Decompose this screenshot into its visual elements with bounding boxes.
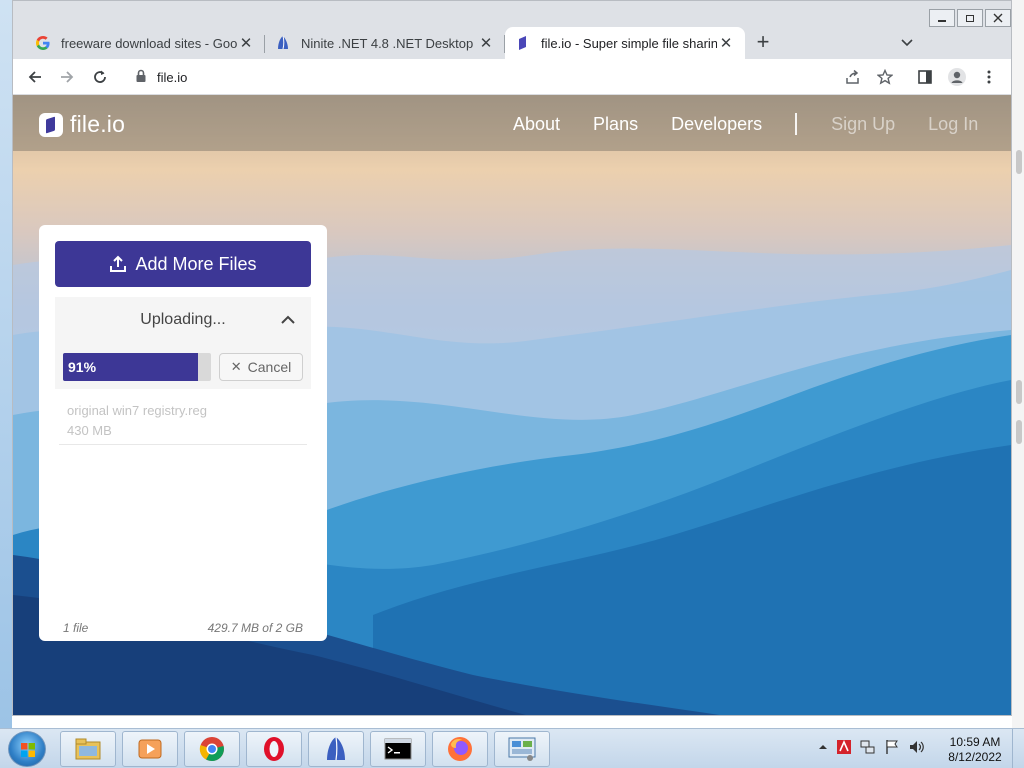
progress-bar: 91% bbox=[63, 353, 211, 381]
desktop-background bbox=[0, 0, 12, 728]
side-panel-button[interactable] bbox=[913, 65, 937, 89]
title-bar: freeware download sites - Google Search … bbox=[13, 1, 1011, 59]
nav-sign-up[interactable]: Sign Up bbox=[831, 114, 895, 135]
clock-date: 8/12/2022 bbox=[948, 750, 1002, 764]
tab-search-button[interactable] bbox=[895, 33, 919, 53]
site-logo[interactable]: file.io bbox=[39, 111, 125, 138]
close-icon: ✕ bbox=[230, 359, 242, 374]
tab-title: file.io - Super simple file sharing bbox=[541, 35, 717, 51]
file-name: original win7 registry.reg bbox=[67, 403, 207, 418]
upload-status-panel: Uploading... 91% ✕ Cancel bbox=[55, 297, 311, 389]
windows-logo-icon bbox=[21, 743, 35, 757]
system-tray bbox=[818, 739, 934, 755]
star-icon bbox=[877, 69, 893, 85]
forward-button[interactable] bbox=[55, 65, 79, 89]
opera-icon[interactable] bbox=[246, 731, 302, 767]
tab-fileio[interactable]: file.io - Super simple file sharing ✕ bbox=[505, 27, 745, 59]
upload-icon bbox=[109, 255, 127, 273]
file-list-item: original win7 registry.reg 430 MB bbox=[59, 401, 307, 445]
browser-toolbar: file.io bbox=[13, 59, 1011, 95]
reload-icon bbox=[94, 70, 106, 83]
share-icon bbox=[846, 69, 859, 84]
nav-log-in[interactable]: Log In bbox=[928, 114, 978, 135]
window-controls bbox=[927, 9, 1011, 29]
chevron-up-icon[interactable] bbox=[279, 311, 297, 329]
upload-footer: 1 file 429.7 MB of 2 GB bbox=[63, 621, 303, 635]
site-nav: About Plans Developers Sign Up Log In bbox=[513, 113, 978, 135]
cancel-button[interactable]: ✕ Cancel bbox=[219, 353, 303, 381]
file-size: 430 MB bbox=[67, 423, 112, 438]
tab-google-search[interactable]: freeware download sites - Google Search … bbox=[25, 27, 265, 59]
show-hidden-icons-button[interactable] bbox=[818, 742, 828, 752]
clock-time: 10:59 AM bbox=[949, 735, 1001, 749]
tab-ninite[interactable]: Ninite .NET 4.8 .NET Desktop Runtime ✕ bbox=[265, 27, 505, 59]
close-tab-icon[interactable]: ✕ bbox=[477, 34, 495, 52]
control-panel-icon[interactable] bbox=[494, 731, 550, 767]
storage-usage: 429.7 MB of 2 GB bbox=[207, 621, 303, 635]
tab-title: Ninite .NET 4.8 .NET Desktop Runtime bbox=[301, 35, 477, 51]
arrow-left-icon bbox=[28, 71, 41, 83]
web-page: file.io About Plans Developers Sign Up L… bbox=[13, 95, 1011, 715]
site-header: file.io About Plans Developers Sign Up L… bbox=[13, 95, 1011, 151]
progress-label: 91% bbox=[68, 359, 97, 375]
show-desktop-button[interactable] bbox=[1012, 729, 1024, 768]
ninite-icon bbox=[275, 35, 291, 51]
minimize-icon bbox=[938, 20, 946, 22]
add-more-files-label: Add More Files bbox=[135, 253, 257, 274]
tab-strip: freeware download sites - Google Search … bbox=[25, 25, 745, 59]
side-panel-icon bbox=[918, 70, 932, 84]
back-button[interactable] bbox=[23, 65, 47, 89]
nav-developers[interactable]: Developers bbox=[671, 114, 762, 135]
logo-text: file.io bbox=[70, 111, 126, 137]
arrow-right-icon bbox=[61, 71, 74, 83]
url-text: file.io bbox=[157, 69, 188, 85]
share-button[interactable] bbox=[841, 65, 865, 89]
desktop-scrollbar-strip bbox=[1012, 0, 1024, 728]
close-icon bbox=[993, 13, 1003, 23]
file-count: 1 file bbox=[63, 621, 89, 635]
firefox-icon[interactable] bbox=[432, 731, 488, 767]
kebab-menu-icon bbox=[987, 70, 991, 84]
new-tab-button[interactable]: + bbox=[751, 31, 775, 55]
browser-window: freeware download sites - Google Search … bbox=[12, 0, 1012, 716]
minimize-button[interactable] bbox=[929, 9, 955, 27]
add-more-files-button[interactable]: Add More Files bbox=[55, 241, 311, 287]
maximize-button[interactable] bbox=[957, 9, 983, 27]
menu-button[interactable] bbox=[977, 65, 1001, 89]
network-icon[interactable] bbox=[860, 739, 876, 755]
action-center-flag-icon[interactable] bbox=[884, 739, 900, 755]
chrome-icon[interactable] bbox=[184, 731, 240, 767]
antivirus-icon[interactable] bbox=[836, 739, 852, 755]
chevron-down-icon bbox=[901, 39, 913, 47]
fileio-logo-icon bbox=[39, 112, 63, 137]
system-clock[interactable]: 10:59 AM 8/12/2022 bbox=[940, 735, 1010, 765]
google-g-icon bbox=[35, 35, 51, 51]
address-bar[interactable]: file.io bbox=[123, 63, 999, 91]
close-tab-icon[interactable]: ✕ bbox=[237, 34, 255, 52]
start-button[interactable] bbox=[8, 731, 46, 767]
nav-divider bbox=[795, 113, 798, 135]
profile-button[interactable] bbox=[945, 65, 969, 89]
nav-plans[interactable]: Plans bbox=[593, 114, 638, 135]
cancel-label: Cancel bbox=[247, 359, 292, 375]
close-tab-icon[interactable]: ✕ bbox=[717, 34, 735, 52]
reload-button[interactable] bbox=[88, 65, 112, 89]
ninite-icon[interactable] bbox=[308, 731, 364, 767]
cmd-icon[interactable] bbox=[370, 731, 426, 767]
lock-icon bbox=[135, 69, 147, 86]
nav-about[interactable]: About bbox=[513, 114, 560, 135]
tab-title: freeware download sites - Google Search bbox=[61, 35, 237, 51]
restore-icon bbox=[966, 15, 974, 22]
avatar-icon bbox=[948, 68, 966, 86]
file-explorer-icon[interactable] bbox=[60, 731, 116, 767]
volume-icon[interactable] bbox=[908, 739, 926, 755]
close-window-button[interactable] bbox=[985, 9, 1011, 27]
bookmark-button[interactable] bbox=[873, 65, 897, 89]
fileio-icon bbox=[515, 35, 531, 51]
media-player-icon[interactable] bbox=[122, 731, 178, 767]
upload-card: Add More Files Uploading... 91% ✕ Cancel… bbox=[39, 225, 327, 641]
upload-status-text: Uploading... bbox=[140, 311, 226, 328]
taskbar: 10:59 AM 8/12/2022 bbox=[0, 728, 1024, 768]
